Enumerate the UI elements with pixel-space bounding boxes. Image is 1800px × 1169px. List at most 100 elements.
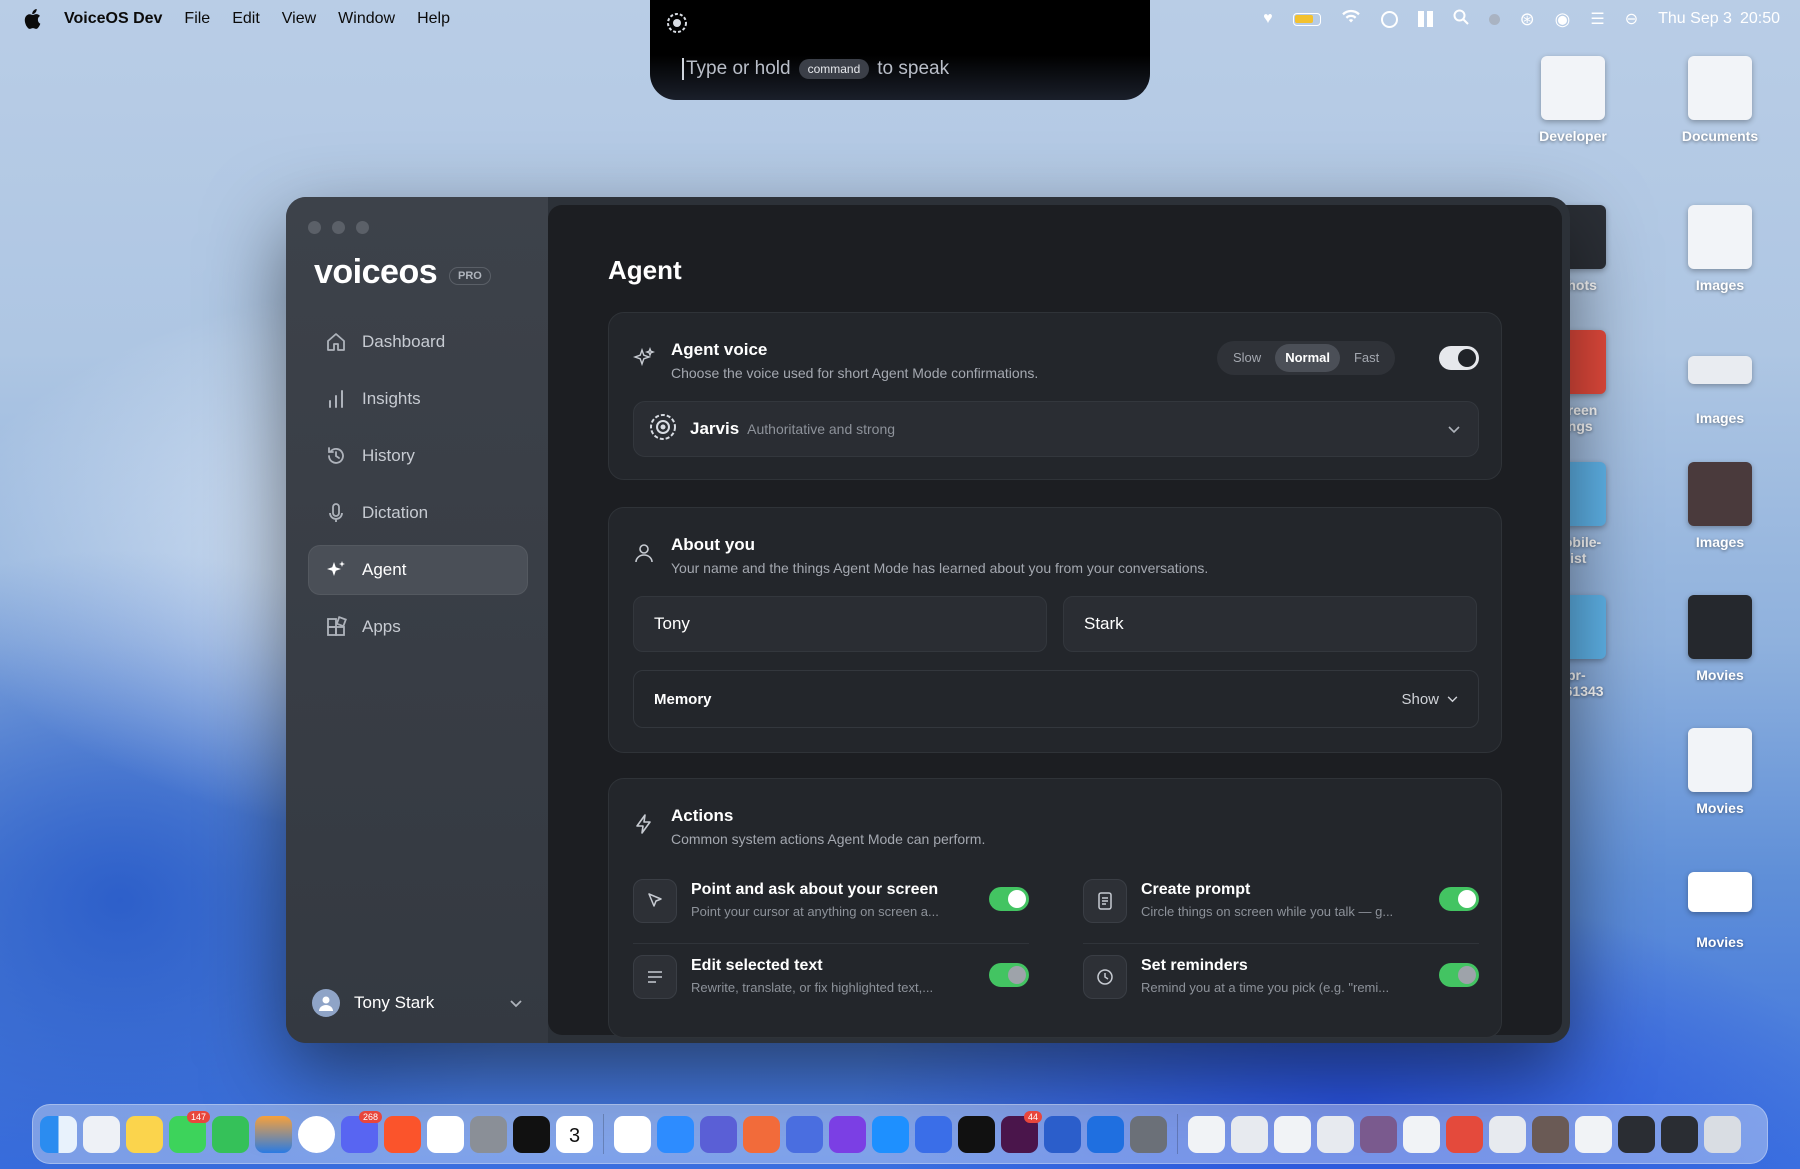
edit-selected-text-toggle[interactable]	[989, 963, 1029, 987]
trash-icon[interactable]	[1704, 1115, 1741, 1153]
agent-voice-toggle[interactable]	[1439, 346, 1479, 370]
user-menu[interactable]: Tony Stark	[312, 989, 522, 1017]
simulator-icon[interactable]	[1087, 1115, 1124, 1153]
menu-help[interactable]: Help	[417, 10, 450, 28]
recent-document-icon[interactable]	[1188, 1115, 1225, 1153]
password-icon[interactable]	[1380, 10, 1398, 28]
desktop-file-movies-2[interactable]: Movies	[1660, 728, 1780, 816]
reminders-icon[interactable]	[614, 1115, 651, 1153]
calendar-icon[interactable]: 3	[556, 1115, 593, 1153]
first-name-field[interactable]: Tony	[633, 596, 1047, 652]
chrome-icon[interactable]	[298, 1115, 335, 1153]
finder-icon[interactable]	[40, 1115, 77, 1153]
zoom-icon[interactable]	[657, 1115, 694, 1153]
desktop-file-images-2[interactable]: Images	[1660, 338, 1780, 426]
notes-icon[interactable]	[126, 1115, 163, 1153]
launchpad-icon[interactable]	[83, 1115, 120, 1153]
cursor-app-icon[interactable]	[958, 1115, 995, 1153]
voice-prompt[interactable]: Type or hold command to speak	[682, 58, 949, 80]
record-dot-icon[interactable]	[1488, 13, 1500, 25]
last-name-field[interactable]: Stark	[1063, 596, 1477, 652]
battery-icon[interactable]	[1292, 12, 1321, 26]
settings-icon[interactable]	[470, 1115, 507, 1153]
speed-slow-option[interactable]: Slow	[1223, 344, 1271, 372]
zoom-window-button[interactable]	[356, 221, 369, 234]
layout-icon[interactable]	[1417, 11, 1433, 27]
recent-document-icon[interactable]	[1231, 1115, 1268, 1153]
recent-document-icon[interactable]	[1403, 1115, 1440, 1153]
menu-edit[interactable]: Edit	[232, 10, 260, 28]
discord-icon[interactable]: 268	[341, 1110, 382, 1153]
search-icon[interactable]	[1453, 9, 1469, 30]
menu-view[interactable]: View	[282, 10, 316, 28]
page-title: Agent	[608, 255, 682, 285]
sidebar-item-history[interactable]: History	[308, 431, 528, 481]
recent-document-icon[interactable]	[1446, 1115, 1483, 1153]
chat-app-icon[interactable]	[786, 1115, 823, 1153]
recent-document-icon[interactable]	[1317, 1115, 1354, 1153]
agent-voice-title: Agent voice	[671, 340, 768, 359]
claude-icon[interactable]	[743, 1115, 780, 1153]
action-description: Rewrite, translate, or fix highlighted t…	[691, 980, 934, 995]
menu-date[interactable]: Thu Sep 3	[1658, 10, 1732, 28]
desktop-folder-documents[interactable]: Documents	[1660, 56, 1780, 144]
speed-fast-option[interactable]: Fast	[1344, 344, 1389, 372]
memory-show-button[interactable]: Show	[1401, 691, 1458, 708]
about-you-subtitle: Your name and the things Agent Mode has …	[671, 560, 1209, 576]
voice-select[interactable]: Jarvis Authoritative and strong	[633, 401, 1479, 457]
sidebar-item-dictation[interactable]: Dictation	[308, 488, 528, 538]
voiceos-dev-icon[interactable]	[1130, 1115, 1167, 1153]
recent-document-icon[interactable]	[1274, 1115, 1311, 1153]
desktop-file-movies-3[interactable]: Movies	[1660, 862, 1780, 950]
point-and-ask-toggle[interactable]	[989, 887, 1029, 911]
messages-icon[interactable]: 147	[169, 1110, 210, 1153]
proxyman-icon[interactable]	[872, 1115, 909, 1153]
recent-document-icon[interactable]	[1360, 1115, 1397, 1153]
menu-app-name[interactable]: VoiceOS Dev	[64, 10, 162, 28]
github-desktop-icon[interactable]	[829, 1115, 866, 1153]
recent-document-icon[interactable]	[1575, 1115, 1612, 1153]
menu-time[interactable]: 20:50	[1740, 10, 1780, 28]
recent-document-icon[interactable]	[1532, 1115, 1569, 1153]
voice-input-bar[interactable]: Type or hold command to speak	[650, 0, 1150, 100]
create-prompt-toggle[interactable]	[1439, 887, 1479, 911]
facetime-icon[interactable]	[212, 1115, 249, 1153]
desktop-file-images[interactable]: Images	[1660, 205, 1780, 293]
server-icon[interactable]	[915, 1115, 952, 1153]
sidebar-item-apps[interactable]: Apps	[308, 602, 528, 652]
globe-icon[interactable]: ◉	[1555, 9, 1571, 30]
dock-separator	[1177, 1114, 1178, 1154]
pro-badge: PRO	[449, 267, 491, 285]
close-window-button[interactable]	[308, 221, 321, 234]
sidebar-item-insights[interactable]: Insights	[308, 374, 528, 424]
menu-file[interactable]: File	[184, 10, 210, 28]
teams-icon[interactable]	[700, 1115, 737, 1153]
sidebar-item-agent[interactable]: Agent	[308, 545, 528, 595]
recent-document-icon[interactable]	[1489, 1115, 1526, 1153]
desktop-file-movies[interactable]: Movies	[1660, 595, 1780, 683]
apple-icon[interactable]	[22, 9, 42, 29]
recent-document-icon[interactable]	[1661, 1115, 1698, 1153]
brave-icon[interactable]	[384, 1115, 421, 1153]
speed-normal-option[interactable]: Normal	[1275, 344, 1340, 372]
chatgpt-icon[interactable]: ⊛	[1520, 9, 1535, 30]
wifi-icon[interactable]	[1341, 9, 1361, 29]
terminal-icon[interactable]	[513, 1115, 550, 1153]
avatar	[312, 989, 340, 1017]
sidebar-item-dashboard[interactable]: Dashboard	[308, 317, 528, 367]
menu-window[interactable]: Window	[338, 10, 395, 28]
minimize-window-button[interactable]	[332, 221, 345, 234]
control-center-icon[interactable]: ☰	[1590, 9, 1604, 29]
word-icon[interactable]	[1044, 1115, 1081, 1153]
set-reminders-toggle[interactable]	[1439, 963, 1479, 987]
action-description: Point your cursor at anything on screen …	[691, 904, 939, 919]
voiceos-status-icon[interactable]: ♥	[1263, 10, 1273, 28]
desktop-folder-developer[interactable]: Developer	[1513, 56, 1633, 144]
prompt-document-icon	[1083, 879, 1127, 923]
recent-document-icon[interactable]	[1618, 1115, 1655, 1153]
desktop-file-images-3[interactable]: Images	[1660, 462, 1780, 550]
chatgpt-app-icon[interactable]	[427, 1115, 464, 1153]
focus-icon[interactable]: ⊖	[1625, 9, 1638, 29]
slack-icon[interactable]: 44	[1001, 1110, 1042, 1153]
photos-icon[interactable]	[255, 1115, 292, 1153]
